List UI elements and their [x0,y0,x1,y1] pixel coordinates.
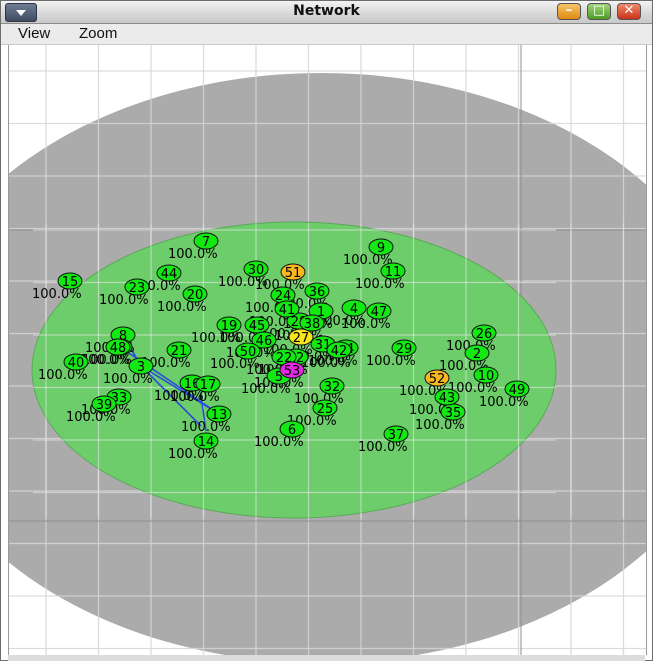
node-id-label: 25 [317,402,334,417]
node-id-label: 2 [473,347,481,362]
node-id-label: 36 [309,285,326,300]
minimize-icon: – [565,3,573,18]
close-icon: ✕ [623,3,635,18]
network-canvas[interactable]: 100.0% 100.0% 100.0% 100.0% 100.0% 100.0% 100.… [8,45,647,655]
node-percent-label: 100.0% [168,247,218,262]
network-graph[interactable]: 100.0%100.0%100.0%100.0%100.0%100.0% 100.… [9,45,646,655]
maximize-button[interactable]: □ [587,3,611,20]
node-id-label: 21 [171,344,188,359]
node-percent-label: 100.0% [254,435,304,450]
title-bar[interactable]: Network – □ ✕ [1,1,652,24]
node-id-label: 48 [110,341,127,356]
node-id-label: 10 [478,369,495,384]
node-id-label: 53 [284,364,301,379]
node-id-label: 27 [293,331,310,346]
node-id-label: 23 [129,281,146,296]
menu-view[interactable]: View [18,25,50,42]
node-id-label: 50 [240,345,257,360]
window-bottom-edge [8,655,645,661]
node-id-label: 13 [211,408,228,423]
node-id-label: 39 [96,398,113,413]
node-percent-label: 100.0% [103,372,153,387]
node-id-label: 43 [439,391,456,406]
node-id-label: 42 [331,344,348,359]
menu-zoom[interactable]: Zoom [79,25,117,42]
node-id-label: 19 [221,319,238,334]
node-id-label: 30 [248,263,265,278]
node-id-label: 4 [350,302,358,317]
node-id-label: 40 [68,356,85,371]
node-id-label: 7 [202,235,210,250]
maximize-icon: □ [592,3,606,18]
node-id-label: 51 [285,266,302,281]
node-id-label: 6 [288,423,296,438]
window-title: Network [293,3,360,19]
node-id-label: 47 [371,305,388,320]
node-id-label: 14 [198,435,215,450]
network-window: Network – □ ✕ View Zoom 100.0% 100.0% 100.… [0,0,653,661]
node-id-label: 3 [137,360,145,375]
node-id-label: 35 [445,406,462,421]
node-id-label: 26 [476,327,493,342]
node-id-label: 11 [385,265,402,280]
node-id-label: 29 [396,342,413,357]
node-id-label: 9 [377,241,385,256]
node-id-label: 41 [279,303,296,318]
node-id-label: 44 [161,267,178,282]
node-id-label: 32 [324,380,341,395]
node-id-label: 37 [388,428,405,443]
node-id-label: 20 [187,288,204,303]
minimize-button[interactable]: – [557,3,581,20]
node-id-label: 49 [509,383,526,398]
close-button[interactable]: ✕ [617,3,641,20]
node-id-label: 17 [200,378,217,393]
menu-bar: View Zoom [1,24,652,45]
node-id-label: 38 [304,317,321,332]
node-id-label: 52 [429,372,446,387]
node-id-label: 15 [62,275,79,290]
